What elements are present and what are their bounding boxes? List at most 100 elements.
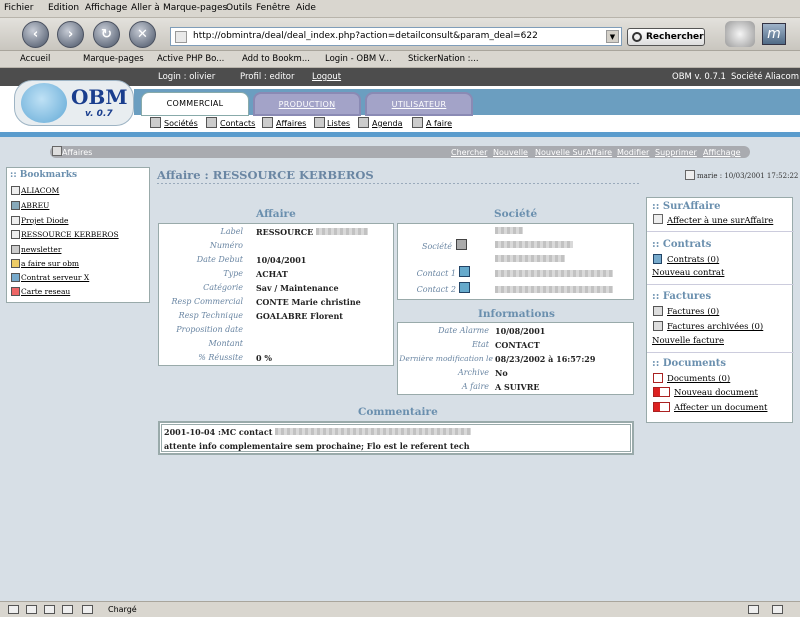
action-supprimer[interactable]: Supprimer [655,148,697,157]
bookmark-item[interactable]: newsletter [21,245,61,254]
section-divider [647,352,794,353]
info-value: 10/08/2001 [495,326,546,336]
affaire-panel: Label RESSOURCE Numéro Date Debut 10/04/… [158,223,394,366]
bookmark-item[interactable]: Carte reseau [21,287,70,296]
tab-utilisateur[interactable]: UTILISATEUR [365,92,473,116]
subnav-afaire[interactable]: A faire [426,119,452,128]
redacted-text [495,255,565,262]
subnav-societes[interactable]: Sociétés [164,119,198,128]
contrats-link[interactable]: Contrats (0) [667,255,719,265]
facture-archive-icon [653,321,663,331]
contact-icon [459,266,470,277]
bookmark-contact-icon [11,201,20,210]
redacted-text [495,241,573,248]
nouveau-document-link[interactable]: Nouveau document [674,388,758,398]
print-icon[interactable] [725,21,755,47]
menu-aller-a[interactable]: Aller à [131,3,160,13]
bookmark-incident-icon [11,287,20,296]
action-affichage[interactable]: Affichage [703,148,741,157]
bookmark-contract-icon [11,273,20,282]
action-nouvelle[interactable]: Nouvelle [493,148,528,157]
tab-commercial[interactable]: COMMERCIAL [141,92,249,116]
contacts-icon [206,117,217,128]
info-label: Date Alarme [438,326,489,335]
tab-production[interactable]: PRODUCTION [253,92,361,116]
logout-link[interactable]: Logout [312,72,341,82]
action-modifier[interactable]: Modifier [617,148,649,157]
affaire-label: Label [220,227,244,236]
stop-button[interactable]: ✕ [129,21,156,48]
title-underline [157,183,640,184]
bookmark-item[interactable]: RESSOURCE KERBEROS [21,230,119,239]
online-icon[interactable] [772,605,783,614]
affaire-label: Montant [208,339,243,348]
bookmark-active-php[interactable]: Active PHP Bo... [157,54,224,64]
affaire-label: Numéro [209,241,243,250]
bookmark-accueil[interactable]: Accueil [20,54,50,64]
bookmark-stickernation[interactable]: StickerNation :... [408,54,479,64]
factures-title: :: Factures [652,291,712,302]
url-input[interactable]: http://obmintra/deal/deal_index.php?acti… [170,27,622,46]
bookmark-item[interactable]: ALIACOM [21,186,59,195]
bookmark-marque-pages[interactable]: Marque-pages [83,54,144,64]
menu-fichier[interactable]: Fichier [4,3,33,13]
info-label: Dernière modification le [399,354,493,363]
navigator-icon[interactable] [8,605,19,614]
affaires-section-icon [52,146,62,156]
info-label: A faire [461,382,489,391]
contact2-label: Contact 2 [416,285,456,294]
suraffaire-icon [653,214,663,224]
factures-link[interactable]: Factures (0) [667,307,719,317]
address-book-icon[interactable] [82,605,93,614]
search-button[interactable]: Rechercher [627,28,705,46]
obm-societe: Société Aliacom [731,72,800,82]
action-chercher[interactable]: Chercher [451,148,487,157]
subnav-contacts[interactable]: Contacts [220,119,255,128]
factures-archivees-link[interactable]: Factures archivées (0) [667,322,763,332]
subnav-listes[interactable]: Listes [327,119,350,128]
update-info: marie : 10/03/2001 17:52:22 [697,172,799,180]
subnav-agenda[interactable]: Agenda [372,119,403,128]
nouveau-contrat-link[interactable]: Nouveau contrat [652,268,724,278]
forward-button[interactable]: › [57,21,84,48]
composer-icon[interactable] [44,605,55,614]
menu-aide[interactable]: Aide [296,3,316,13]
menu-edition[interactable]: Edition [48,3,79,13]
affaire-value: 10/04/2001 [256,255,307,265]
action-bar: Affaires Chercher Nouvelle Nouvelle SurA… [50,146,750,158]
contrat-icon [653,254,662,264]
affaires-icon [262,117,273,128]
url-text: http://obmintra/deal/deal_index.php?acti… [193,31,538,41]
documents-link[interactable]: Documents (0) [667,374,730,384]
informations-panel: Date Alarme 10/08/2001 Etat CONTACT Dern… [397,322,634,395]
menu-affichage[interactable]: Affichage [85,3,127,13]
mail-icon[interactable] [26,605,37,614]
affaire-label: Resp Technique [178,311,243,320]
contrats-title: :: Contrats [652,239,712,250]
affecter-document-link[interactable]: Affecter un document [674,403,767,413]
page-icon [175,31,187,43]
subnav-affaires[interactable]: Affaires [276,119,306,128]
reload-button[interactable]: ↻ [93,21,120,48]
url-dropdown-icon[interactable]: ▼ [606,30,619,43]
menu-marque-pages[interactable]: Marque-pages [163,3,227,13]
menu-fenetre[interactable]: Fenêtre [256,3,290,13]
chat-icon[interactable] [62,605,73,614]
bookmark-login-obm[interactable]: Login - OBM V... [325,54,392,64]
bookmark-item[interactable]: Contrat serveur X [21,273,89,282]
nouvelle-facture-link[interactable]: Nouvelle facture [652,336,724,346]
update-icon [685,170,695,180]
logo-version: v. 0.7 [85,109,113,119]
afaire-icon [412,117,423,128]
bookmark-item[interactable]: Projet Diode [21,216,68,225]
bookmark-add-to-bookm[interactable]: Add to Bookm... [242,54,310,64]
login-info: Login : olivier [158,72,216,82]
back-button[interactable]: ‹ [22,21,49,48]
action-nouvelle-suraffaire[interactable]: Nouvelle SurAffaire [535,148,612,157]
bookmark-item[interactable]: ABREU [21,201,49,210]
bookmark-item[interactable]: a faire sur obm [21,259,79,268]
menu-outils[interactable]: Outils [226,3,252,13]
redacted-text [315,228,368,235]
affecter-suraffaire-link[interactable]: Affecter à une surAffaire [667,216,773,226]
security-icon[interactable] [748,605,759,614]
